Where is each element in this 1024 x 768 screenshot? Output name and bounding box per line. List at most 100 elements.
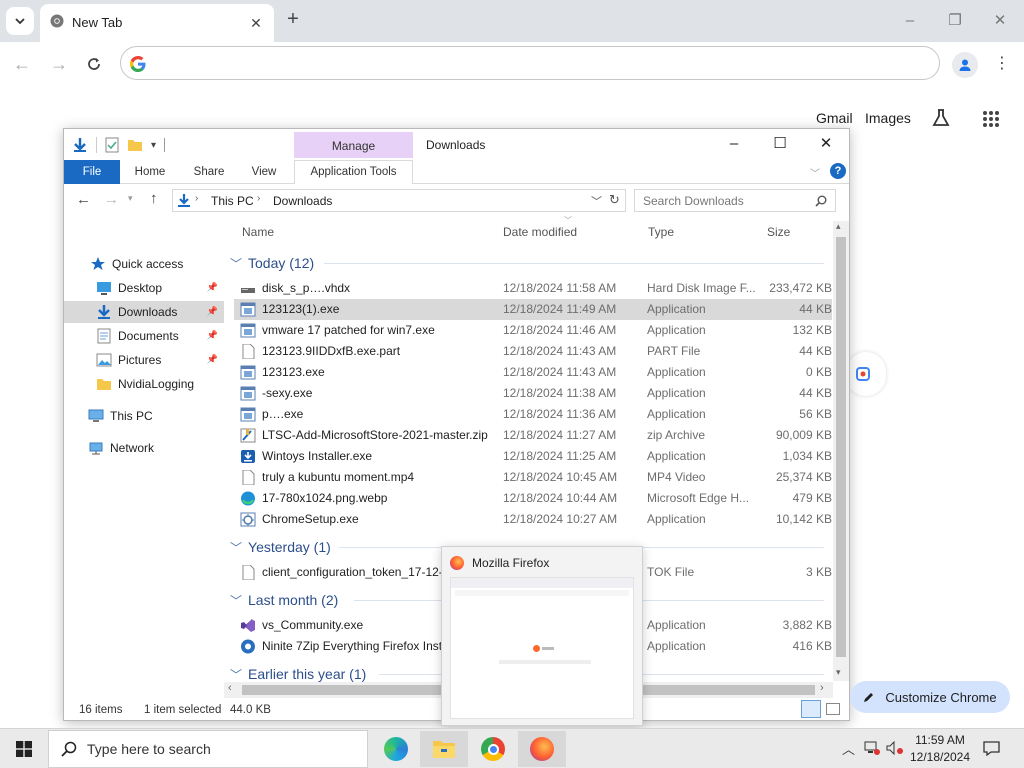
nav-item-nvidialogging[interactable]: NvidiaLogging [64, 373, 224, 395]
customize-qat-icon[interactable]: ▾ [151, 140, 156, 151]
taskbar-firefox[interactable] [518, 731, 566, 767]
back-arrow-icon[interactable]: ← [76, 191, 91, 208]
large-icons-view-icon[interactable] [826, 703, 840, 715]
taskbar-chrome[interactable] [469, 731, 517, 767]
reload-icon[interactable] [80, 50, 108, 78]
pin-icon[interactable]: 📌 [207, 282, 218, 293]
google-lens-icon[interactable] [846, 352, 886, 396]
file-row[interactable]: LTSC-Add-MicrosoftStore-2021-master.zip 1… [234, 425, 832, 446]
volume-muted-icon[interactable] [886, 741, 904, 755]
help-icon[interactable]: ? [830, 163, 846, 179]
clock-date[interactable]: 12/18/2024 [908, 750, 972, 764]
images-link[interactable]: Images [865, 110, 911, 126]
file-row[interactable]: p….exe 12/18/2024 11:36 AM Application 56 K… [234, 404, 832, 425]
nav-item-network[interactable]: Network [64, 437, 224, 459]
group-header[interactable]: ﹀ Yesterday (1) [230, 536, 331, 558]
chevron-down-icon[interactable]: ﹀ [230, 666, 242, 683]
address-bar[interactable]: › This PC › Downloads ﹀ ↻ [172, 189, 626, 212]
tab-search-button[interactable] [6, 7, 34, 35]
search-downloads-input[interactable]: Search Downloads [634, 189, 836, 212]
tab-home[interactable]: Home [126, 160, 174, 184]
network-tray-icon[interactable] [864, 741, 880, 755]
refresh-icon[interactable]: ↻ [609, 192, 620, 208]
properties-icon[interactable] [105, 137, 119, 153]
column-size[interactable]: Size [767, 225, 790, 239]
taskbar-edge[interactable] [372, 731, 420, 767]
minimize-button[interactable]: – [899, 10, 921, 32]
file-row[interactable]: -sexy.exe 12/18/2024 11:38 AM Application 4… [234, 383, 832, 404]
tab-application-tools[interactable]: Application Tools [296, 160, 411, 184]
explorer-maximize-button[interactable]: ☐ [757, 133, 803, 157]
profile-avatar[interactable] [952, 52, 978, 78]
new-tab-button[interactable]: + [282, 9, 304, 31]
tab-share[interactable]: Share [184, 160, 234, 184]
chevron-down-icon[interactable]: ﹀ [230, 255, 242, 272]
nav-item-quick-access[interactable]: Quick access [64, 253, 224, 275]
expand-ribbon-icon[interactable]: ﹀ [810, 165, 820, 180]
chevron-down-icon[interactable]: ﹀ [230, 539, 242, 556]
taskbar-file-explorer[interactable] [420, 731, 468, 767]
apps-grid-icon[interactable] [982, 110, 1000, 128]
restore-button[interactable]: ❐ [944, 10, 966, 32]
column-name[interactable]: Name [242, 225, 274, 239]
address-dropdown-icon[interactable]: ﹀ [591, 193, 602, 209]
new-folder-icon[interactable] [127, 138, 143, 152]
up-arrow-icon[interactable]: ↑ [150, 190, 158, 207]
nav-item-pictures[interactable]: Pictures 📌 [64, 349, 224, 371]
group-header[interactable]: ﹀ Earlier this year (1) [230, 663, 366, 685]
clock-time[interactable]: 11:59 AM [912, 733, 968, 747]
file-row[interactable]: 123123(1).exe 12/18/2024 11:49 AM Applicat… [234, 299, 832, 320]
explorer-close-button[interactable]: ✕ [803, 133, 849, 157]
file-row[interactable]: Wintoys Installer.exe 12/18/2024 11:25 AM… [234, 446, 832, 467]
close-window-button[interactable]: ✕ [989, 10, 1011, 32]
column-date-modified[interactable]: Date modified [503, 225, 577, 239]
tray-chevron-icon[interactable]: ︿ [842, 739, 855, 758]
recent-locations-icon[interactable]: ▾ [128, 193, 133, 204]
blank-file-icon [240, 470, 256, 485]
notifications-icon[interactable] [983, 741, 1000, 756]
close-tab-icon[interactable]: ✕ [246, 13, 266, 33]
tab-new-tab[interactable]: New Tab ✕ [40, 4, 274, 42]
pin-icon[interactable]: 📌 [207, 330, 218, 341]
customize-chrome-button[interactable]: Customize Chrome [850, 681, 1010, 713]
nav-item-downloads[interactable]: Downloads 📌 [64, 301, 224, 323]
file-row[interactable]: 123123.9IIDDxfB.exe.part 12/18/2024 11:43… [234, 341, 832, 362]
tab-view[interactable]: View [240, 160, 288, 184]
file-row[interactable]: truly a kubuntu moment.mp4 12/18/2024 10:… [234, 467, 832, 488]
file-row[interactable]: disk_s_p….vhdx 12/18/2024 11:58 AM Hard Di… [234, 278, 832, 299]
breadcrumb-this-pc[interactable]: This PC [211, 194, 254, 208]
vertical-scrollbar[interactable]: ▴ ▾ [833, 221, 849, 681]
taskbar-search-box[interactable]: Type here to search [48, 730, 368, 768]
group-header[interactable]: ﹀ Today (12) [230, 252, 314, 274]
omnibox[interactable] [120, 46, 940, 80]
details-view-icon[interactable] [801, 700, 821, 718]
chevron-down-icon[interactable]: ﹀ [230, 592, 242, 609]
scroll-up-icon[interactable]: ▴ [836, 221, 841, 232]
pin-icon[interactable]: 📌 [207, 306, 218, 317]
scroll-down-icon[interactable]: ▾ [836, 667, 841, 678]
file-row[interactable]: ChromeSetup.exe 12/18/2024 10:27 AM Applic… [234, 509, 832, 530]
chrome-menu-icon[interactable]: ⋮ [994, 54, 1010, 74]
breadcrumb-downloads[interactable]: Downloads [273, 194, 332, 208]
file-row[interactable]: 123123.exe 12/18/2024 11:43 AM Application… [234, 362, 832, 383]
forward-arrow-icon[interactable]: → [45, 50, 73, 78]
windows-start-icon[interactable] [16, 741, 32, 757]
column-type[interactable]: Type [648, 225, 674, 239]
tab-file[interactable]: File [64, 160, 120, 184]
nav-item-this-pc[interactable]: This PC [64, 405, 224, 427]
file-row[interactable]: 17-780x1024.png.webp 12/18/2024 10:44 AM M… [234, 488, 832, 509]
pin-icon[interactable]: 📌 [207, 354, 218, 365]
file-row[interactable]: vmware 17 patched for win7.exe 12/18/2024… [234, 320, 832, 341]
explorer-minimize-button[interactable]: – [711, 133, 757, 157]
group-header[interactable]: ﹀ Last month (2) [230, 589, 338, 611]
forward-arrow-icon[interactable]: → [104, 191, 119, 208]
gmail-link[interactable]: Gmail [816, 110, 853, 126]
nav-item-desktop[interactable]: Desktop 📌 [64, 277, 224, 299]
firefox-window-preview[interactable]: Mozilla Firefox [441, 546, 643, 726]
back-arrow-icon[interactable]: ← [8, 50, 36, 78]
edge-icon [384, 737, 408, 761]
labs-flask-icon[interactable] [931, 108, 951, 128]
nav-item-documents[interactable]: Documents 📌 [64, 325, 224, 347]
vertical-scroll-thumb[interactable] [836, 237, 846, 657]
scroll-right-icon[interactable]: › [820, 682, 824, 694]
